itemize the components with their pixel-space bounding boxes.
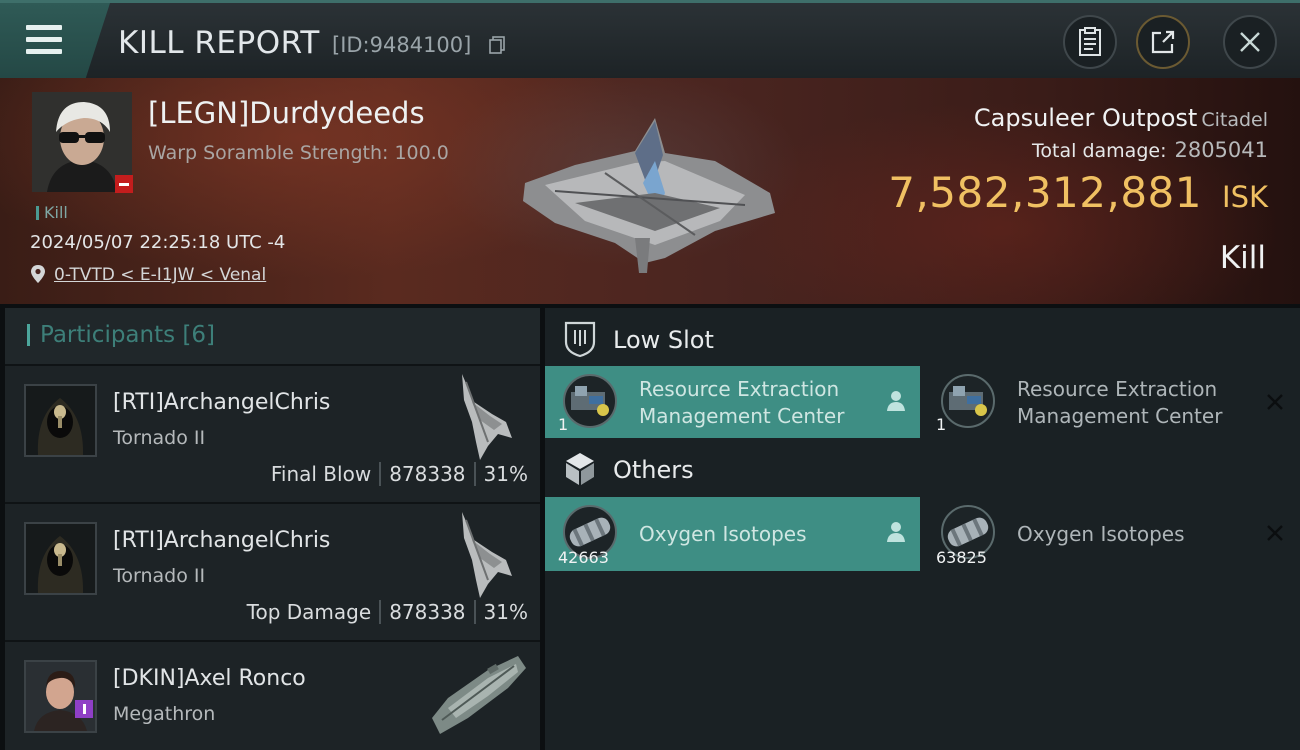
close-button[interactable] [1223, 15, 1277, 69]
structure-class: Citadel [1201, 109, 1268, 131]
item-name: Oxygen Isotopes [639, 522, 807, 546]
participants-header-accent [27, 324, 30, 346]
participant-name[interactable]: [DKIN]Axel Ronco [113, 666, 306, 691]
item-name: Oxygen Isotopes [1017, 522, 1185, 546]
close-icon [1240, 32, 1260, 52]
hamburger-icon-line [26, 49, 62, 54]
participant-stats: Final Blow 878338 31% [271, 462, 528, 486]
isk-value: 7,582,312,881 ISK [888, 168, 1268, 217]
hamburger-icon [26, 25, 62, 30]
location-pin-icon [31, 265, 45, 283]
module-thumbnail [941, 374, 995, 428]
share-icon [1151, 30, 1175, 54]
pilot-avatar-image [26, 662, 95, 731]
cube-icon [566, 453, 594, 485]
fitting-item[interactable]: 1 Resource Extraction Management Center [545, 366, 920, 438]
participant-damage: 878338 [389, 462, 466, 486]
participant-role: Final Blow [270, 462, 372, 486]
page-title: KILL REPORT [118, 25, 320, 61]
clipboard-button[interactable] [1063, 15, 1117, 69]
megathron-ship-image [432, 656, 526, 734]
tornado-ship-image [462, 512, 512, 598]
implant-badge [75, 700, 93, 718]
others-header: Others [545, 440, 1300, 498]
participant-avatar[interactable] [24, 522, 97, 595]
item-quantity: 42663 [558, 548, 609, 567]
victim-structure-image [523, 118, 775, 273]
warp-scramble-strength: Warp Soramble Strength: 100.0 [148, 142, 449, 164]
participant-row[interactable]: [RTI]ArchangelChris Tornado II Final Blo… [5, 366, 540, 502]
report-id: [ID:9484100] [332, 33, 472, 57]
low-slot-header: Low Slot [545, 310, 1300, 368]
fitting-item[interactable]: 63825 Oxygen Isotopes [923, 497, 1298, 571]
participants-label: Participants [40, 322, 176, 348]
stat-divider [379, 600, 382, 624]
total-damage-label: Total damage: [1032, 140, 1167, 162]
menu-button[interactable] [0, 3, 110, 78]
destroyed-x-icon [1267, 394, 1283, 410]
total-damage-value: 2805041 [1174, 138, 1268, 162]
hooded-avatar-image [26, 386, 95, 455]
others-label: Others [613, 456, 694, 484]
hooded-avatar-image [26, 524, 95, 593]
person-icon [887, 522, 905, 542]
fitting-item[interactable]: 42663 Oxygen Isotopes [545, 497, 920, 571]
item-quantity: 63825 [936, 548, 987, 567]
item-name-line2: Management Center [1017, 404, 1223, 428]
person-icon [887, 391, 905, 411]
participant-row[interactable]: [RTI]ArchangelChris Tornado II Top Damag… [5, 504, 540, 640]
hostile-status-badge [115, 175, 133, 193]
top-bar: KILL REPORT [ID:9484100] [0, 0, 1300, 78]
kill-datetime: 2024/05/07 22:25:18 UTC -4 [30, 232, 286, 253]
victim-banner: [LEGN]Durdydeeds Warp Soramble Strength:… [0, 78, 1300, 304]
isk-unit: ISK [1222, 180, 1268, 214]
low-slot-label: Low Slot [613, 326, 714, 354]
fitting-panel: Low Slot 1 Resource Extraction Managemen… [545, 308, 1300, 750]
participant-stats: Top Damage 878338 31% [247, 600, 528, 624]
item-quantity: 1 [558, 415, 569, 434]
participant-damage-pct: 31% [483, 600, 528, 624]
participant-ship: Tornado II [113, 427, 206, 449]
hamburger-icon-line [26, 37, 62, 42]
participants-header: Participants [6] [5, 308, 540, 364]
item-quantity: 1 [936, 415, 947, 434]
copy-icon[interactable] [489, 36, 505, 54]
module-thumbnail [563, 374, 617, 428]
participant-damage-pct: 31% [483, 462, 528, 486]
participants-panel[interactable]: Participants [6] [RTI]ArchangelChris Tor… [5, 308, 540, 750]
clipboard-icon [1079, 27, 1101, 56]
participant-ship: Megathron [113, 703, 216, 725]
participant-damage: 878338 [389, 600, 466, 624]
destroyed-x-icon [1267, 525, 1283, 541]
item-name-line2: Management Center [639, 404, 845, 428]
victim-name[interactable]: [LEGN]Durdydeeds [148, 96, 425, 130]
item-name-line1: Resource Extraction [639, 377, 840, 401]
kill-result: Kill [1219, 240, 1266, 276]
participants-count: [6] [182, 322, 216, 348]
kill-tag: Kill [36, 203, 68, 222]
participant-ship: Tornado II [113, 565, 206, 587]
share-button[interactable] [1136, 15, 1190, 69]
tornado-ship-image [462, 374, 512, 460]
participant-role: Top Damage [246, 600, 372, 624]
participant-avatar[interactable] [24, 384, 97, 457]
structure-name: Capsuleer Outpost [973, 104, 1198, 132]
participant-row[interactable]: [DKIN]Axel Ronco Megathron [5, 642, 540, 750]
structure-type: Capsuleer Outpost Citadel [974, 104, 1268, 132]
total-damage: Total damage: 2805041 [1032, 138, 1268, 162]
stat-divider [473, 600, 476, 624]
participant-avatar[interactable] [24, 660, 97, 733]
stat-divider [379, 462, 382, 486]
isk-amount: 7,582,312,881 [888, 168, 1203, 217]
stat-divider [473, 462, 476, 486]
participant-name[interactable]: [RTI]ArchangelChris [113, 390, 330, 415]
kill-location-link[interactable]: 0-TVTD < E-I1JW < Venal [54, 265, 266, 285]
item-name-line1: Resource Extraction [1017, 377, 1218, 401]
fitting-item[interactable]: 1 Resource Extraction Management Center [923, 366, 1298, 438]
participant-name[interactable]: [RTI]ArchangelChris [113, 528, 330, 553]
participants-title: Participants [6] [40, 322, 215, 348]
low-slot-icon [564, 321, 596, 358]
